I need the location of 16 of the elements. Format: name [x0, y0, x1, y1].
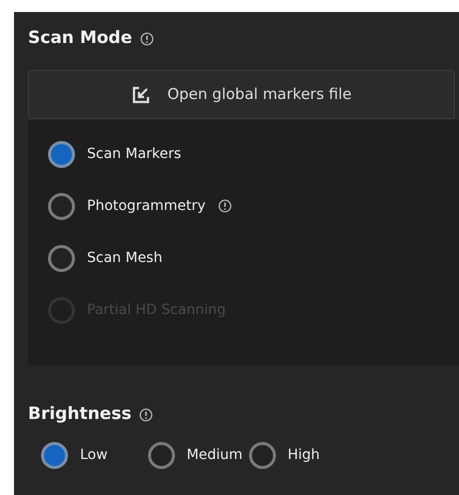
option-label[interactable]: Low — [80, 444, 108, 466]
radio-button[interactable] — [148, 442, 175, 468]
radio-button[interactable] — [48, 244, 75, 272]
option-label[interactable]: High — [288, 444, 320, 466]
option-label[interactable]: Scan Markers — [87, 144, 182, 164]
import-icon — [131, 84, 152, 104]
section-title: Scan Mode — [28, 27, 132, 50]
open-file-button[interactable]: Open global markers file — [28, 70, 455, 119]
radio-button[interactable] — [248, 442, 276, 468]
radio-button[interactable] — [48, 140, 75, 168]
option-label[interactable]: Medium — [186, 444, 243, 466]
option-label[interactable]: Scan Mesh — [87, 248, 162, 268]
option-label[interactable]: Photogrammetry — [87, 196, 206, 216]
radio-button[interactable] — [41, 442, 68, 468]
radio-button[interactable] — [48, 192, 75, 220]
section-title: Brightness — [28, 403, 132, 426]
